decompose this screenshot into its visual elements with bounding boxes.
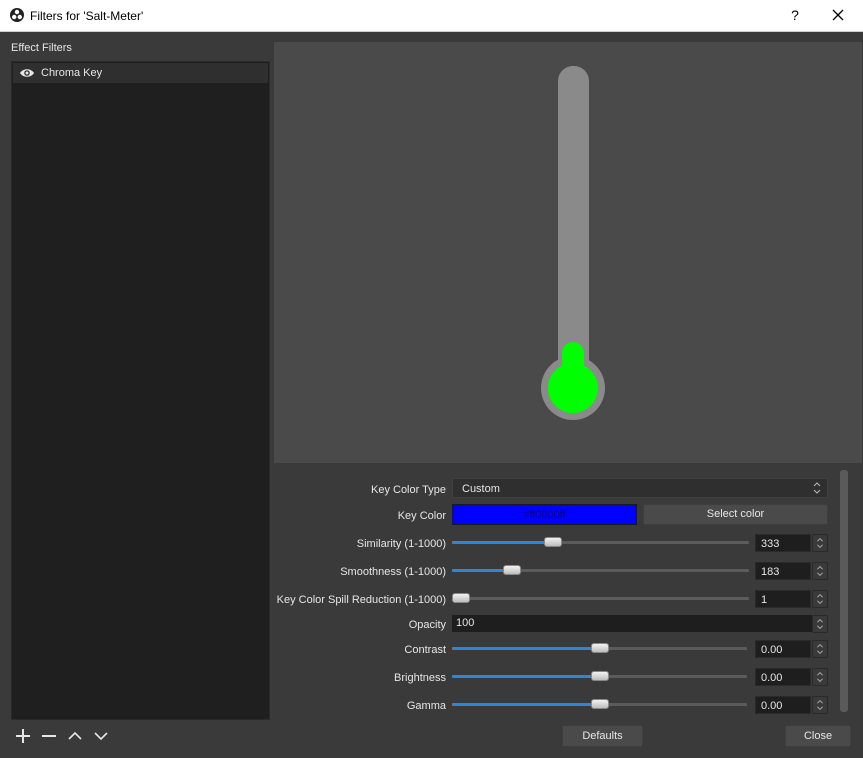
spill-reduction-input[interactable]: 1: [755, 590, 811, 608]
defaults-button[interactable]: Defaults: [562, 725, 643, 747]
filter-item-chroma-key[interactable]: Chroma Key: [13, 63, 268, 83]
properties-scrollbar[interactable]: [838, 470, 850, 718]
slider-handle[interactable]: [503, 565, 521, 575]
thermometer-image: [541, 66, 605, 420]
filter-preview: [274, 42, 862, 463]
opacity-spin-icon[interactable]: [812, 615, 828, 633]
key-color-label: Key Color: [397, 510, 446, 522]
slider-handle[interactable]: [544, 537, 562, 547]
contrast-label: Contrast: [404, 644, 446, 656]
slider-fill: [452, 675, 599, 678]
close-button[interactable]: Close: [785, 725, 851, 747]
eye-icon[interactable]: [19, 67, 35, 79]
chevron-updown-icon: [813, 482, 821, 494]
contrast-input[interactable]: 0.00: [755, 640, 811, 658]
smoothness-label: Smoothness (1-1000): [340, 566, 446, 578]
key-color-swatch[interactable]: #ff0000ff: [452, 504, 637, 525]
brightness-spin-icon[interactable]: [812, 668, 828, 686]
gamma-spin-icon[interactable]: [812, 696, 828, 714]
similarity-label: Similarity (1-1000): [356, 538, 446, 550]
key-color-type-label: Key Color Type: [370, 484, 446, 496]
effect-filters-label: Effect Filters: [11, 42, 72, 54]
smoothness-input[interactable]: 183: [755, 562, 811, 580]
gamma-input[interactable]: 0.00: [755, 696, 811, 714]
filter-item-label: Chroma Key: [41, 67, 103, 79]
window-title: Filters for 'Salt-Meter': [30, 9, 144, 23]
title-bar: Filters for 'Salt-Meter' ?: [0, 0, 863, 32]
slider-fill: [452, 541, 553, 544]
slider-handle[interactable]: [591, 699, 609, 709]
smoothness-slider[interactable]: [452, 565, 749, 575]
brightness-slider[interactable]: [452, 671, 747, 681]
obs-logo-icon: [10, 8, 24, 22]
brightness-input[interactable]: 0.00: [755, 668, 811, 686]
move-up-icon[interactable]: [65, 726, 85, 746]
contrast-slider[interactable]: [452, 643, 747, 653]
add-icon[interactable]: [13, 726, 33, 746]
close-icon[interactable]: [828, 5, 848, 25]
gamma-slider[interactable]: [452, 699, 747, 709]
spill-reduction-label: Key Color Spill Reduction (1-1000): [276, 594, 446, 606]
slider-handle[interactable]: [591, 671, 609, 681]
remove-icon[interactable]: [39, 726, 59, 746]
smoothness-spin-icon[interactable]: [812, 562, 828, 580]
slider-handle[interactable]: [591, 643, 609, 653]
filter-list[interactable]: Chroma Key: [11, 61, 270, 720]
help-button[interactable]: ?: [786, 5, 804, 25]
contrast-spin-icon[interactable]: [812, 640, 828, 658]
key-color-type-value: Custom: [462, 483, 500, 495]
slider-handle[interactable]: [452, 593, 470, 603]
opacity-label: Opacity: [408, 619, 446, 631]
key-color-type-select[interactable]: Custom: [452, 478, 828, 498]
similarity-input[interactable]: 333: [755, 534, 811, 552]
spill-reduction-slider[interactable]: [452, 593, 749, 603]
similarity-slider[interactable]: [452, 537, 749, 547]
slider-fill: [452, 647, 599, 650]
similarity-spin-icon[interactable]: [812, 534, 828, 552]
opacity-input[interactable]: 100: [452, 615, 812, 632]
move-down-icon[interactable]: [91, 726, 111, 746]
gamma-label: Gamma: [406, 700, 446, 712]
spill-spin-icon[interactable]: [812, 590, 828, 608]
scrollbar-thumb[interactable]: [840, 470, 848, 712]
select-color-button[interactable]: Select color: [643, 504, 828, 525]
slider-fill: [452, 703, 599, 706]
brightness-label: Brightness: [394, 672, 446, 684]
